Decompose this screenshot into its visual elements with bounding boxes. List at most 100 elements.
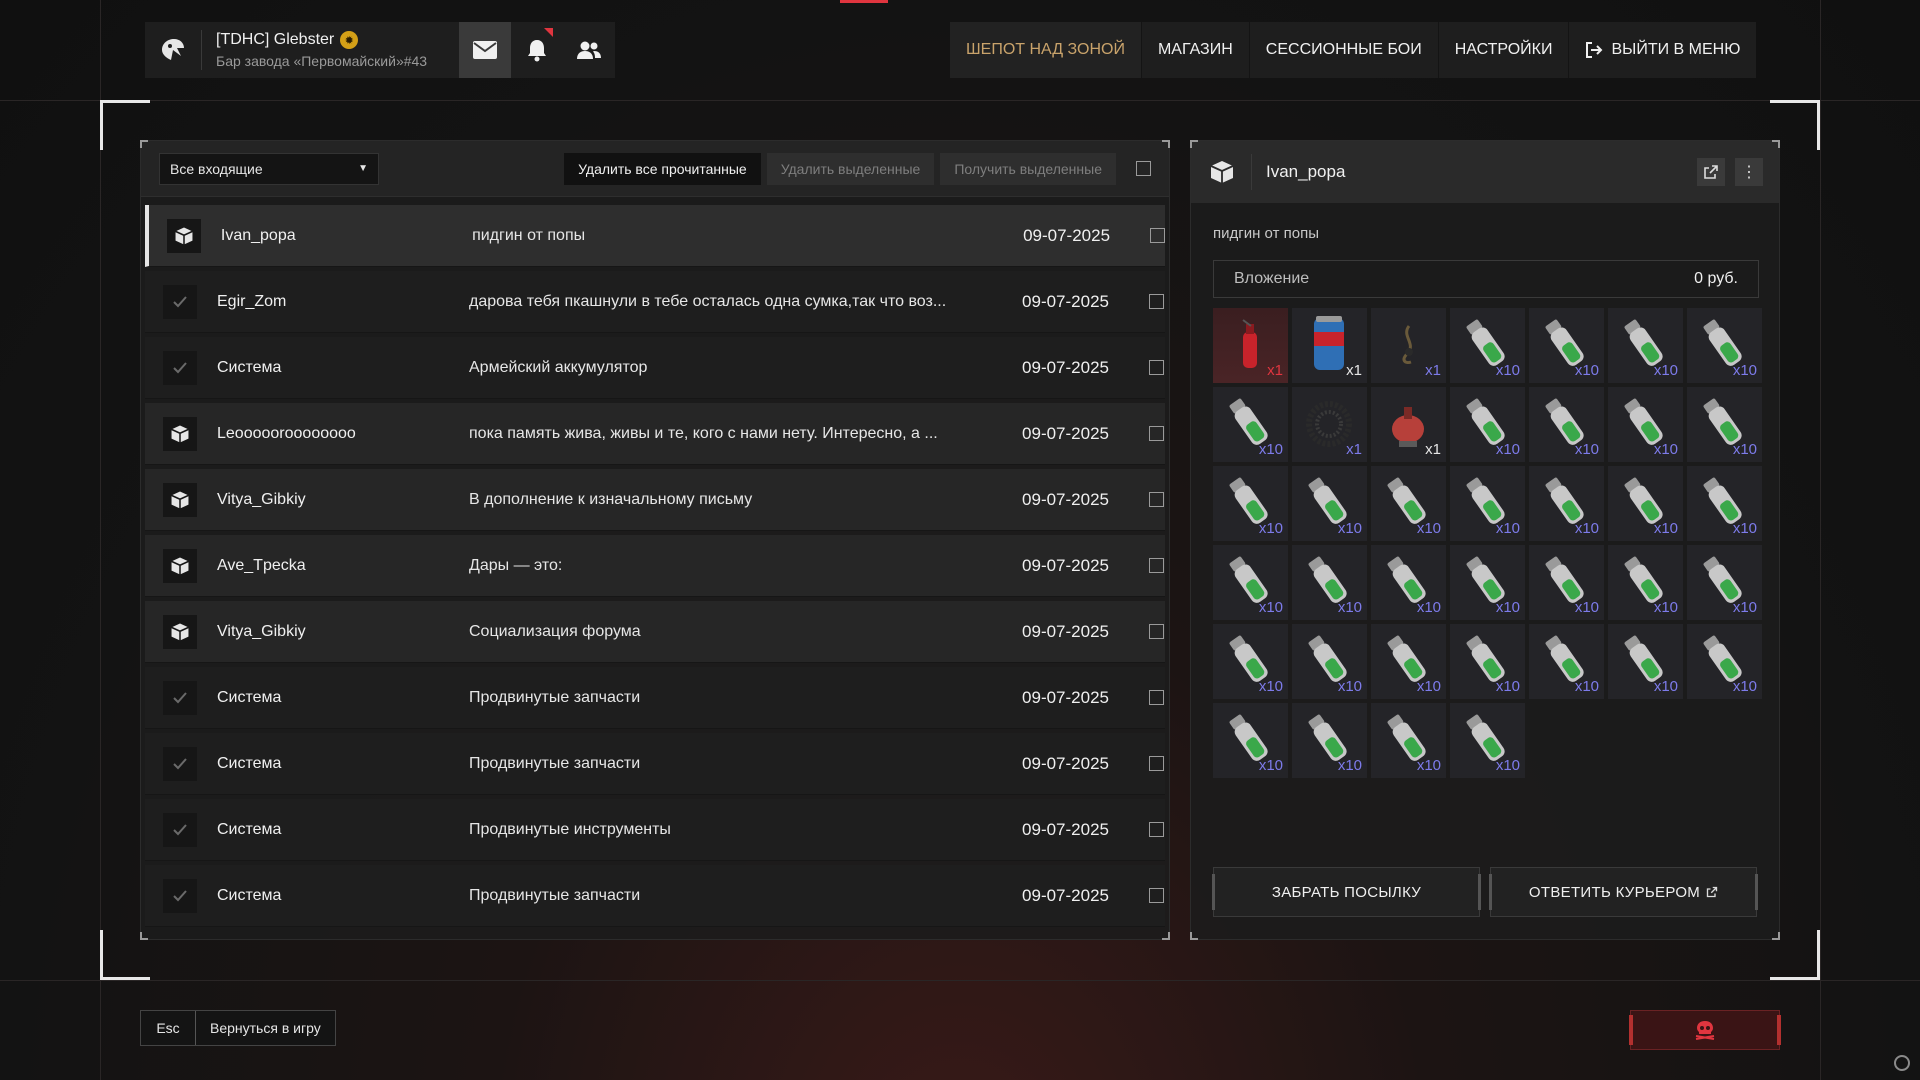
- nav-exit-menu[interactable]: ВЫЙТИ В МЕНЮ: [1569, 22, 1756, 78]
- inbox-row[interactable]: Ave_Tpecka Дары — это: 09-07-2025: [145, 535, 1165, 597]
- attachment-item[interactable]: x10: [1450, 545, 1525, 620]
- row-sender: Ivan_popa: [220, 226, 296, 244]
- attachment-item[interactable]: x10: [1371, 466, 1446, 541]
- inbox-filter-select[interactable]: Все входящие ▼: [159, 152, 379, 185]
- attachment-item[interactable]: x10: [1687, 624, 1762, 699]
- attachment-item[interactable]: x10: [1608, 308, 1683, 383]
- inbox-row[interactable]: Система Продвинутые запчасти 09-07-2025: [145, 667, 1165, 729]
- clan-badge-icon: ✹: [340, 31, 359, 49]
- item-quantity: x10: [1337, 757, 1362, 774]
- skull-button[interactable]: [1629, 1010, 1781, 1050]
- notifications-button[interactable]: [511, 22, 563, 78]
- inbox-row[interactable]: Leoooooroooooooo пока память жива, живы …: [145, 403, 1165, 465]
- friends-button[interactable]: [563, 22, 615, 78]
- row-sender: Система: [217, 754, 282, 772]
- attachment-item[interactable]: x1: [1371, 387, 1446, 462]
- attachment-item[interactable]: x10: [1529, 466, 1604, 541]
- row-checkbox[interactable]: [1149, 426, 1164, 441]
- inbox-row[interactable]: Ivan_popa пидгин от попы 09-07-2025: [145, 205, 1165, 267]
- attachment-item[interactable]: x10: [1292, 545, 1367, 620]
- attachment-item[interactable]: x10: [1529, 387, 1604, 462]
- attachment-item[interactable]: x10: [1529, 545, 1604, 620]
- attachment-item[interactable]: x1: [1292, 308, 1367, 383]
- attachment-item[interactable]: x10: [1608, 466, 1683, 541]
- row-checkbox[interactable]: [1149, 294, 1164, 309]
- attachment-item[interactable]: x10: [1213, 466, 1288, 541]
- settings-gear-icon[interactable]: [1894, 1055, 1910, 1071]
- attachment-item[interactable]: x1: [1292, 387, 1367, 462]
- attachment-item[interactable]: x1: [1213, 308, 1288, 383]
- attachment-item[interactable]: x10: [1529, 624, 1604, 699]
- attachment-item[interactable]: x10: [1292, 466, 1367, 541]
- attachment-item[interactable]: x10: [1371, 624, 1446, 699]
- row-subject: Продвинутые запчасти: [469, 688, 641, 706]
- nav-session-battles[interactable]: СЕССИОННЫЕ БОИ: [1250, 22, 1439, 78]
- attachment-item[interactable]: x10: [1687, 308, 1762, 383]
- delete-read-button[interactable]: Удалить все прочитанные: [564, 152, 761, 185]
- attachment-item[interactable]: x10: [1213, 387, 1288, 462]
- attachment-item[interactable]: x10: [1450, 703, 1525, 778]
- row-checkbox[interactable]: [1149, 888, 1164, 903]
- inbox-row[interactable]: Система Продвинутые инструменты 09-07-2025: [145, 799, 1165, 861]
- attachment-item[interactable]: x10: [1450, 624, 1525, 699]
- attachment-item[interactable]: x10: [1450, 308, 1525, 383]
- back-to-game-label: Вернуться в игру: [210, 1020, 321, 1036]
- inbox-filter-value: Все входящие: [170, 160, 263, 177]
- row-checkbox[interactable]: [1149, 822, 1164, 837]
- item-quantity: x10: [1416, 678, 1441, 695]
- row-checkbox[interactable]: [1150, 228, 1165, 243]
- mail-button[interactable]: [459, 22, 511, 78]
- attachment-item[interactable]: x10: [1608, 387, 1683, 462]
- attachment-item[interactable]: x10: [1687, 466, 1762, 541]
- nav-shop[interactable]: МАГАЗИН: [1142, 22, 1250, 78]
- item-quantity: x10: [1653, 362, 1678, 379]
- attachment-item[interactable]: x10: [1450, 387, 1525, 462]
- attachment-item[interactable]: x10: [1687, 545, 1762, 620]
- inbox-row[interactable]: Egir_Zom дарова тебя пкашнули в тебе оста…: [145, 271, 1165, 333]
- back-to-game-button[interactable]: Esc Вернуться в игру: [140, 1010, 336, 1046]
- attachment-item[interactable]: x10: [1213, 703, 1288, 778]
- attachment-item[interactable]: x10: [1213, 545, 1288, 620]
- attachment-item[interactable]: x10: [1371, 703, 1446, 778]
- inbox-row[interactable]: Vitya_Gibkiy В дополнение к изначальному …: [145, 469, 1165, 531]
- inbox-row[interactable]: Система Армейский аккумулятор 09-07-2025: [145, 337, 1165, 399]
- attachment-item[interactable]: x1: [1371, 308, 1446, 383]
- row-date: 09-07-2025: [1022, 423, 1109, 443]
- row-checkbox[interactable]: [1149, 558, 1164, 573]
- get-selected-button[interactable]: Получить выделенные: [940, 152, 1116, 185]
- item-quantity: x10: [1416, 520, 1441, 537]
- row-date: 09-07-2025: [1022, 885, 1109, 905]
- skull-icon: [1695, 1021, 1715, 1040]
- attachment-item[interactable]: x10: [1529, 308, 1604, 383]
- nav-whisper[interactable]: ШЕПОТ НАД ЗОНОЙ: [950, 22, 1142, 78]
- more-options-button[interactable]: ⋮: [1735, 158, 1763, 186]
- inbox-row[interactable]: Vitya_Gibkiy Социализация форума 09-07-202…: [145, 601, 1165, 663]
- logo-icon[interactable]: [145, 22, 201, 78]
- row-checkbox[interactable]: [1149, 624, 1164, 639]
- attachment-item[interactable]: x10: [1687, 387, 1762, 462]
- inbox-row[interactable]: Система Продвинутые запчасти 09-07-2025: [145, 733, 1165, 795]
- row-checkbox[interactable]: [1149, 492, 1164, 507]
- top-accent-bar: [840, 0, 888, 3]
- select-all-checkbox[interactable]: [1136, 161, 1151, 176]
- attachment-item[interactable]: x10: [1608, 624, 1683, 699]
- item-quantity: x10: [1574, 362, 1599, 379]
- attachment-item[interactable]: x10: [1292, 703, 1367, 778]
- open-external-button[interactable]: [1697, 158, 1725, 186]
- attachment-item[interactable]: x10: [1608, 545, 1683, 620]
- row-subject: Продвинутые запчасти: [469, 754, 641, 772]
- attachment-item[interactable]: x10: [1213, 624, 1288, 699]
- row-sender: Ave_Tpecka: [217, 556, 306, 574]
- delete-selected-button[interactable]: Удалить выделенные: [766, 152, 935, 185]
- inbox-row[interactable]: Система Продвинутые запчасти 09-07-2025: [145, 865, 1165, 927]
- row-checkbox[interactable]: [1149, 690, 1164, 705]
- attachment-item[interactable]: x10: [1450, 466, 1525, 541]
- take-parcel-button[interactable]: ЗАБРАТЬ ПОСЫЛКУ: [1212, 867, 1481, 917]
- attachment-item[interactable]: x10: [1292, 624, 1367, 699]
- attachment-item[interactable]: x10: [1371, 545, 1446, 620]
- row-checkbox[interactable]: [1149, 360, 1164, 375]
- row-checkbox[interactable]: [1149, 756, 1164, 771]
- nav-settings[interactable]: НАСТРОЙКИ: [1439, 22, 1570, 78]
- reply-courier-button[interactable]: ОТВЕТИТЬ КУРЬЕРОМ: [1489, 867, 1758, 917]
- row-sender: Система: [217, 688, 282, 706]
